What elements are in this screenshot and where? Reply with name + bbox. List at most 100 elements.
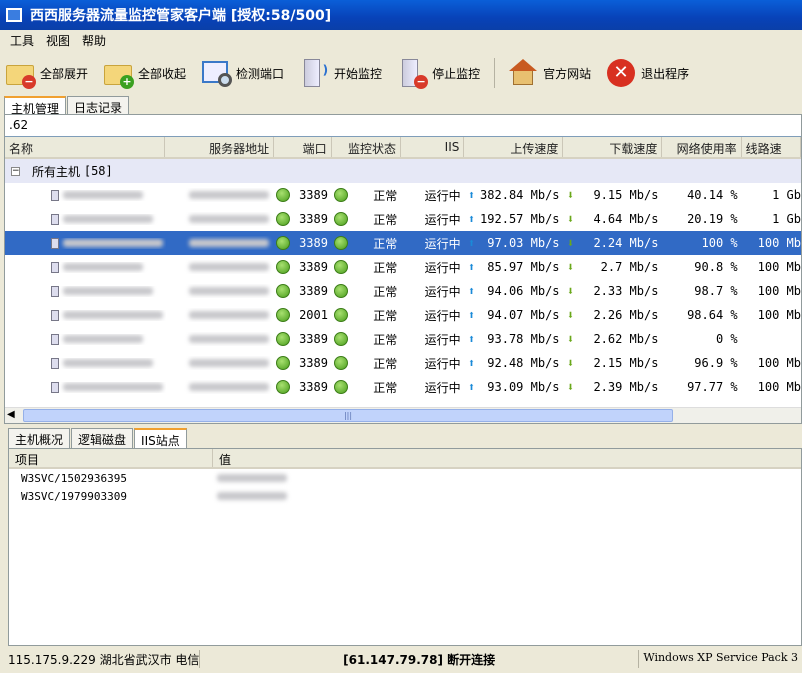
monitor-status-icon — [333, 188, 348, 202]
upload-arrow-icon: ⬆ — [467, 308, 476, 322]
upload-arrow-icon: ⬆ — [467, 356, 476, 370]
table-row[interactable]: 3389 正常 运行中 ⬆ 92.48 Mb/s ⬇ 2.15 Mb/s 96.… — [5, 351, 801, 375]
port-status-icon — [276, 380, 291, 394]
stop-monitor-icon: − — [396, 57, 429, 89]
collapse-all-button[interactable]: + 全部收起 — [102, 57, 186, 89]
server-icon — [51, 309, 59, 321]
download-arrow-icon: ⬇ — [566, 356, 575, 370]
col-item[interactable]: 项目 — [9, 449, 213, 467]
col-value[interactable]: 值 — [213, 449, 801, 467]
col-usage[interactable]: 网络使用率 — [662, 137, 742, 157]
port-status-icon — [276, 356, 291, 370]
exit-button[interactable]: ✕ 退出程序 — [605, 57, 689, 89]
start-monitor-icon: ) — [298, 57, 330, 89]
col-download[interactable]: 下载速度 — [563, 137, 663, 157]
download-arrow-icon: ⬇ — [566, 308, 575, 322]
col-monitor-status[interactable]: 监控状态 — [332, 137, 401, 157]
col-iis[interactable]: IIS — [401, 137, 465, 157]
start-monitor-button[interactable]: ) 开始监控 — [298, 57, 382, 89]
toolbar-separator — [494, 58, 496, 88]
download-arrow-icon: ⬇ — [566, 284, 575, 298]
server-icon — [51, 261, 59, 273]
check-port-button[interactable]: 检测端口 — [200, 57, 284, 89]
server-icon — [51, 213, 59, 225]
app-icon — [6, 8, 22, 22]
port-status-icon — [276, 284, 291, 298]
server-icon — [51, 189, 59, 201]
col-address[interactable]: 服务器地址 — [165, 137, 275, 157]
horizontal-scrollbar[interactable]: ◀ ||| — [5, 407, 801, 423]
menu-tools[interactable]: 工具 — [4, 32, 40, 49]
upload-arrow-icon: ⬆ — [467, 212, 476, 226]
home-icon — [507, 57, 539, 89]
toolbar: − 全部展开 + 全部收起 检测端口 ) 开始监控 − 停止监控 官方网站 ✕ 退出程序 — [4, 52, 802, 94]
table-row[interactable]: 3389 正常 运行中 ⬆ 192.57 Mb/s ⬇ 4.64 Mb/s 20… — [5, 207, 801, 231]
host-panel: .62 名称 服务器地址 端口 监控状态 IIS 上传速度 下载速度 网络使用率… — [4, 114, 802, 424]
monitor-status-icon — [333, 356, 348, 370]
exit-icon: ✕ — [605, 57, 637, 89]
monitor-status-icon — [333, 284, 348, 298]
table-row[interactable]: 3389 正常 运行中 ⬆ 93.09 Mb/s ⬇ 2.39 Mb/s 97.… — [5, 375, 801, 399]
table-row[interactable]: 3389 正常 运行中 ⬆ 85.97 Mb/s ⬇ 2.7 Mb/s 90.8… — [5, 255, 801, 279]
folder-collapse-icon: − — [4, 57, 36, 89]
upload-arrow-icon: ⬆ — [467, 188, 476, 202]
table-row[interactable]: 3389 正常 运行中 ⬆ 97.03 Mb/s ⬇ 2.24 Mb/s 100… — [5, 231, 801, 255]
col-name[interactable]: 名称 — [5, 137, 166, 157]
port-status-icon — [276, 236, 291, 250]
upload-arrow-icon: ⬆ — [467, 236, 476, 250]
upload-arrow-icon: ⬆ — [467, 380, 476, 394]
status-os: Windows XP Service Pack 3 — [643, 651, 798, 664]
status-bar: 115.175.9.229 湖北省武汉市 电信 [61.147.79.78] 断… — [4, 650, 802, 668]
iis-sites-panel: 项目 值 W3SVC/1502936395 W3SVC/1979903309 — [8, 448, 802, 646]
official-site-button[interactable]: 官方网站 — [507, 57, 591, 89]
download-arrow-icon: ⬇ — [566, 260, 575, 274]
port-check-icon — [200, 57, 233, 89]
monitor-status-icon — [333, 308, 348, 322]
port-status-icon — [276, 308, 291, 322]
monitor-status-icon — [333, 212, 348, 226]
list-item[interactable]: W3SVC/1979903309 — [9, 487, 801, 505]
title-bar: 西西服务器流量监控管家客户端 [授权:58/500] — [0, 0, 802, 30]
col-port[interactable]: 端口 — [274, 137, 332, 157]
status-connection: [61.147.79.78] 断开连接 — [200, 650, 640, 668]
server-icon — [51, 333, 59, 345]
col-line-speed[interactable]: 线路速 — [742, 137, 802, 157]
table-row[interactable]: 2001 正常 运行中 ⬆ 94.07 Mb/s ⬇ 2.26 Mb/s 98.… — [5, 303, 801, 327]
download-arrow-icon: ⬇ — [566, 380, 575, 394]
monitor-status-icon — [333, 380, 348, 394]
menu-help[interactable]: 帮助 — [76, 32, 112, 49]
server-icon — [51, 285, 59, 297]
search-input[interactable]: .62 — [5, 115, 801, 137]
upload-arrow-icon: ⬆ — [467, 332, 476, 346]
server-icon — [51, 381, 59, 393]
scrollbar-thumb[interactable]: ||| — [23, 409, 673, 422]
download-arrow-icon: ⬇ — [566, 332, 575, 346]
menu-bar: 工具 视图 帮助 — [0, 30, 802, 50]
col-upload[interactable]: 上传速度 — [464, 137, 564, 157]
monitor-status-icon — [333, 236, 348, 250]
table-header: 名称 服务器地址 端口 监控状态 IIS 上传速度 下载速度 网络使用率 线路速 — [5, 137, 802, 159]
upload-arrow-icon: ⬆ — [467, 260, 476, 274]
table-row[interactable]: 3389 正常 运行中 ⬆ 94.06 Mb/s ⬇ 2.33 Mb/s 98.… — [5, 279, 801, 303]
download-arrow-icon: ⬇ — [566, 236, 575, 250]
details-header: 项目 值 — [9, 449, 801, 469]
scroll-left-icon[interactable]: ◀ — [7, 409, 15, 420]
expand-all-button[interactable]: − 全部展开 — [4, 57, 88, 89]
status-client-ip: 115.175.9.229 湖北省武汉市 电信 — [4, 650, 200, 668]
table-row[interactable]: 3389 正常 运行中 ⬆ 382.84 Mb/s ⬇ 9.15 Mb/s 40… — [5, 183, 801, 207]
upload-arrow-icon: ⬆ — [467, 284, 476, 298]
list-item[interactable]: W3SVC/1502936395 — [9, 469, 801, 487]
menu-view[interactable]: 视图 — [40, 32, 76, 49]
server-icon — [51, 237, 59, 249]
collapse-toggle-icon[interactable]: − — [11, 166, 20, 176]
monitor-status-icon — [333, 260, 348, 274]
table-row[interactable]: 3389 正常 运行中 ⬆ 93.78 Mb/s ⬇ 2.62 Mb/s 0 % — [5, 327, 801, 351]
monitor-status-icon — [333, 332, 348, 346]
port-status-icon — [276, 212, 291, 226]
group-all-hosts[interactable]: − 所有主机 [58] — [5, 159, 801, 183]
port-status-icon — [276, 260, 291, 274]
server-icon — [51, 357, 59, 369]
download-arrow-icon: ⬇ — [566, 188, 575, 202]
port-status-icon — [276, 188, 291, 202]
stop-monitor-button[interactable]: − 停止监控 — [396, 57, 480, 89]
